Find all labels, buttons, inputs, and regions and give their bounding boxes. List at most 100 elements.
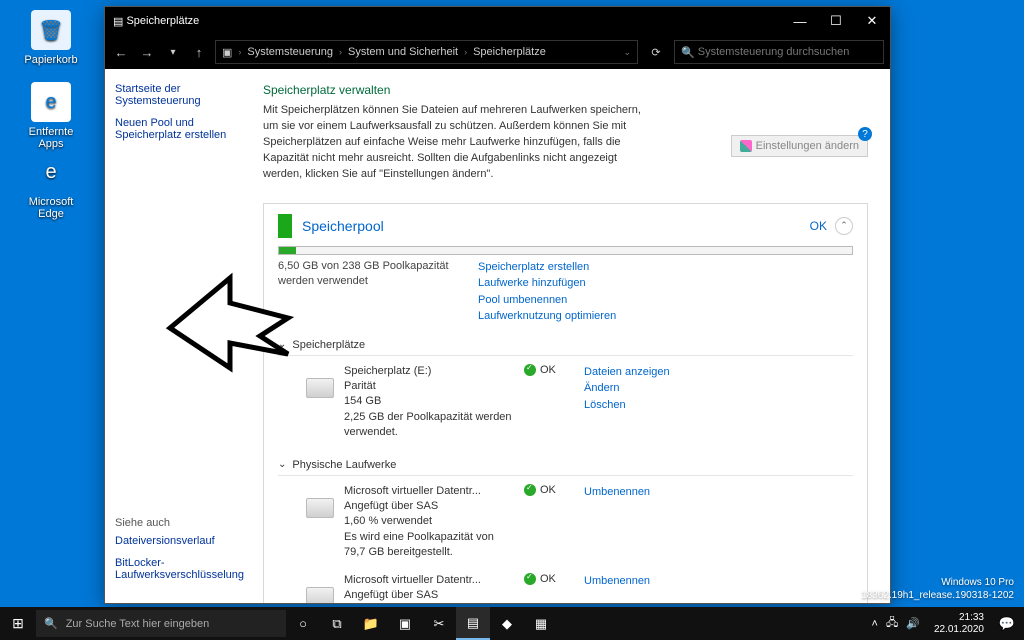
search-box[interactable]: 🔍 Systemsteuerung durchsuchen	[674, 40, 884, 64]
drive-name: Microsoft virtueller Datentr...	[344, 484, 514, 499]
link-rename-drive[interactable]: Umbenennen	[584, 573, 853, 590]
drive-icon	[306, 587, 334, 603]
storage-pool-panel: Speicherpool OK ⌃ 6,50 GB von 238 GB Poo…	[263, 203, 868, 603]
app-icon[interactable]: ◆	[490, 607, 524, 640]
recycle-bin-icon: 🗑	[31, 10, 71, 50]
sidebar-file-history[interactable]: Dateiversionsverlauf	[115, 535, 245, 547]
window-title: Speicherplätze	[126, 15, 199, 27]
taskbar-search[interactable]: 🔍 Zur Suche Text hier eingeben	[36, 610, 286, 637]
control-panel-taskbar-icon[interactable]: ▤	[456, 607, 490, 640]
refresh-button[interactable]: ⟳	[644, 46, 668, 59]
drive-icon	[306, 498, 334, 518]
capacity-bar	[278, 246, 853, 255]
crumb[interactable]: Systemsteuerung	[247, 46, 333, 58]
link-delete[interactable]: Löschen	[584, 397, 853, 414]
drive-name: Microsoft virtueller Datentr...	[344, 573, 514, 588]
app-icon-2[interactable]: ▦	[524, 607, 558, 640]
close-button[interactable]: ✕	[854, 7, 890, 35]
cortana-icon[interactable]: ○	[286, 607, 320, 640]
link-rename-drive[interactable]: Umbenennen	[584, 484, 853, 501]
taskbar-clock[interactable]: 21:33 22.01.2020	[928, 612, 990, 635]
link-add-drives[interactable]: Laufwerke hinzufügen	[478, 275, 616, 292]
crumb[interactable]: Speicherplätze	[473, 46, 546, 58]
ok-icon	[524, 573, 536, 585]
drive-via: Angefügt über SAS	[344, 499, 514, 514]
desktop-icon-removed-apps[interactable]: e Entfernte Apps	[16, 82, 86, 150]
sound-icon[interactable]: 🔊	[906, 617, 920, 630]
main-content: Speicherplatz verwalten Mit Speicherplät…	[255, 69, 890, 603]
nav-toolbar: ← → ▾ ↑ ▣› Systemsteuerung› System und S…	[105, 35, 890, 69]
space-parity: Parität	[344, 379, 514, 394]
action-center-icon[interactable]: 💬	[990, 607, 1024, 640]
link-show-files[interactable]: Dateien anzeigen	[584, 364, 853, 381]
task-view-icon[interactable]: ⧉	[320, 607, 354, 640]
shield-icon	[740, 140, 752, 152]
snip-icon[interactable]: ✂	[422, 607, 456, 640]
desktop-icon-edge[interactable]: e Microsoft Edge	[16, 152, 86, 220]
crumb[interactable]: System und Sicherheit	[348, 46, 458, 58]
sidebar-home[interactable]: Startseite der Systemsteuerung	[115, 83, 245, 107]
start-button[interactable]: ⊞	[0, 615, 36, 632]
link-change[interactable]: Ändern	[584, 380, 853, 397]
desktop-icon-label: Papierkorb	[16, 54, 86, 66]
tray-up-icon[interactable]: ˄	[872, 618, 878, 630]
status-text: OK	[540, 573, 556, 585]
server-manager-icon[interactable]: ▣	[388, 607, 422, 640]
search-placeholder: Systemsteuerung durchsuchen	[698, 46, 850, 58]
system-tray[interactable]: ˄ 🖧 🔊	[872, 614, 928, 633]
section-spaces[interactable]: ⌄ Speicherplätze	[278, 333, 853, 356]
app-icon: ▤	[113, 15, 123, 28]
breadcrumb[interactable]: ▣› Systemsteuerung› System und Sicherhei…	[215, 40, 638, 64]
control-panel-window: ▤ Speicherplätze — ☐ ✕ ← → ▾ ↑ ▣› System…	[104, 6, 891, 604]
change-settings-button[interactable]: Einstellungen ändern	[731, 135, 868, 157]
link-create-space[interactable]: Speicherplatz erstellen	[478, 259, 616, 276]
pool-header[interactable]: Speicherpool OK ⌃	[264, 204, 867, 246]
space-used: 2,25 GB der Poolkapazität werden verwend…	[344, 410, 514, 441]
pool-status: OK	[810, 219, 827, 233]
sidebar-bitlocker[interactable]: BitLocker-Laufwerksverschlüsselung	[115, 557, 245, 581]
minimize-button[interactable]: —	[782, 7, 818, 35]
chevron-down-icon: ⌄	[278, 459, 286, 470]
taskbar: ⊞ 🔍 Zur Suche Text hier eingeben ○ ⧉ 📁 ▣…	[0, 607, 1024, 640]
forward-button[interactable]: →	[137, 45, 157, 60]
status-text: OK	[540, 364, 556, 376]
up-button[interactable]: ↑	[189, 45, 209, 60]
page-description: Mit Speicherplätzen können Sie Dateien a…	[263, 103, 643, 183]
desktop-icon-label: Microsoft Edge	[16, 196, 86, 220]
drive-icon	[306, 378, 334, 398]
sidebar: Startseite der Systemsteuerung Neuen Poo…	[105, 69, 255, 603]
desktop-icon-label: Entfernte Apps	[16, 126, 86, 150]
section-physical-drives[interactable]: ⌄ Physische Laufwerke	[278, 453, 853, 476]
status-text: OK	[540, 484, 556, 496]
chevron-down-icon: ⌄	[278, 339, 286, 350]
drive-via: Angefügt über SAS	[344, 588, 514, 603]
sidebar-create-pool[interactable]: Neuen Pool und Speicherplatz erstellen	[115, 117, 245, 141]
drive-icon: ▣	[222, 46, 232, 59]
desktop-icon-recycle[interactable]: 🗑 Papierkorb	[16, 10, 86, 66]
explorer-icon[interactable]: 📁	[354, 607, 388, 640]
network-icon[interactable]: 🖧	[886, 614, 898, 633]
pool-usage: 6,50 GB von 238 GB Poolkapazität werden …	[278, 259, 478, 325]
edge-legacy-icon: e	[31, 82, 71, 122]
search-icon: 🔍	[681, 46, 695, 59]
recent-dropdown[interactable]: ▾	[163, 47, 183, 58]
collapse-icon[interactable]: ⌃	[835, 217, 853, 235]
chevron-down-icon[interactable]: ⌄	[623, 47, 631, 58]
physical-drive-item: Microsoft virtueller Datentr... Angefügt…	[278, 476, 853, 565]
storage-space-item: Speicherplatz (E:) Parität 154 GB 2,25 G…	[278, 356, 853, 445]
link-rename-pool[interactable]: Pool umbenennen	[478, 292, 616, 309]
drive-pct: 1,60 % verwendet	[344, 514, 514, 529]
ok-icon	[524, 484, 536, 496]
sidebar-see-also: Siehe auch	[115, 517, 245, 529]
drive-cap: Es wird eine Poolkapazität von 79,7 GB b…	[344, 530, 514, 561]
windows-watermark: Windows 10 Pro 18362.19h1_release.190318…	[861, 576, 1014, 602]
titlebar[interactable]: ▤ Speicherplätze — ☐ ✕	[105, 7, 890, 35]
page-heading: Speicherplatz verwalten	[263, 83, 868, 97]
help-icon[interactable]: ?	[858, 127, 872, 141]
link-optimize[interactable]: Laufwerknutzung optimieren	[478, 308, 616, 325]
maximize-button[interactable]: ☐	[818, 7, 854, 35]
space-size: 154 GB	[344, 394, 514, 409]
back-button[interactable]: ←	[111, 45, 131, 60]
pool-title: Speicherpool	[302, 218, 810, 234]
edge-icon: e	[31, 152, 71, 192]
